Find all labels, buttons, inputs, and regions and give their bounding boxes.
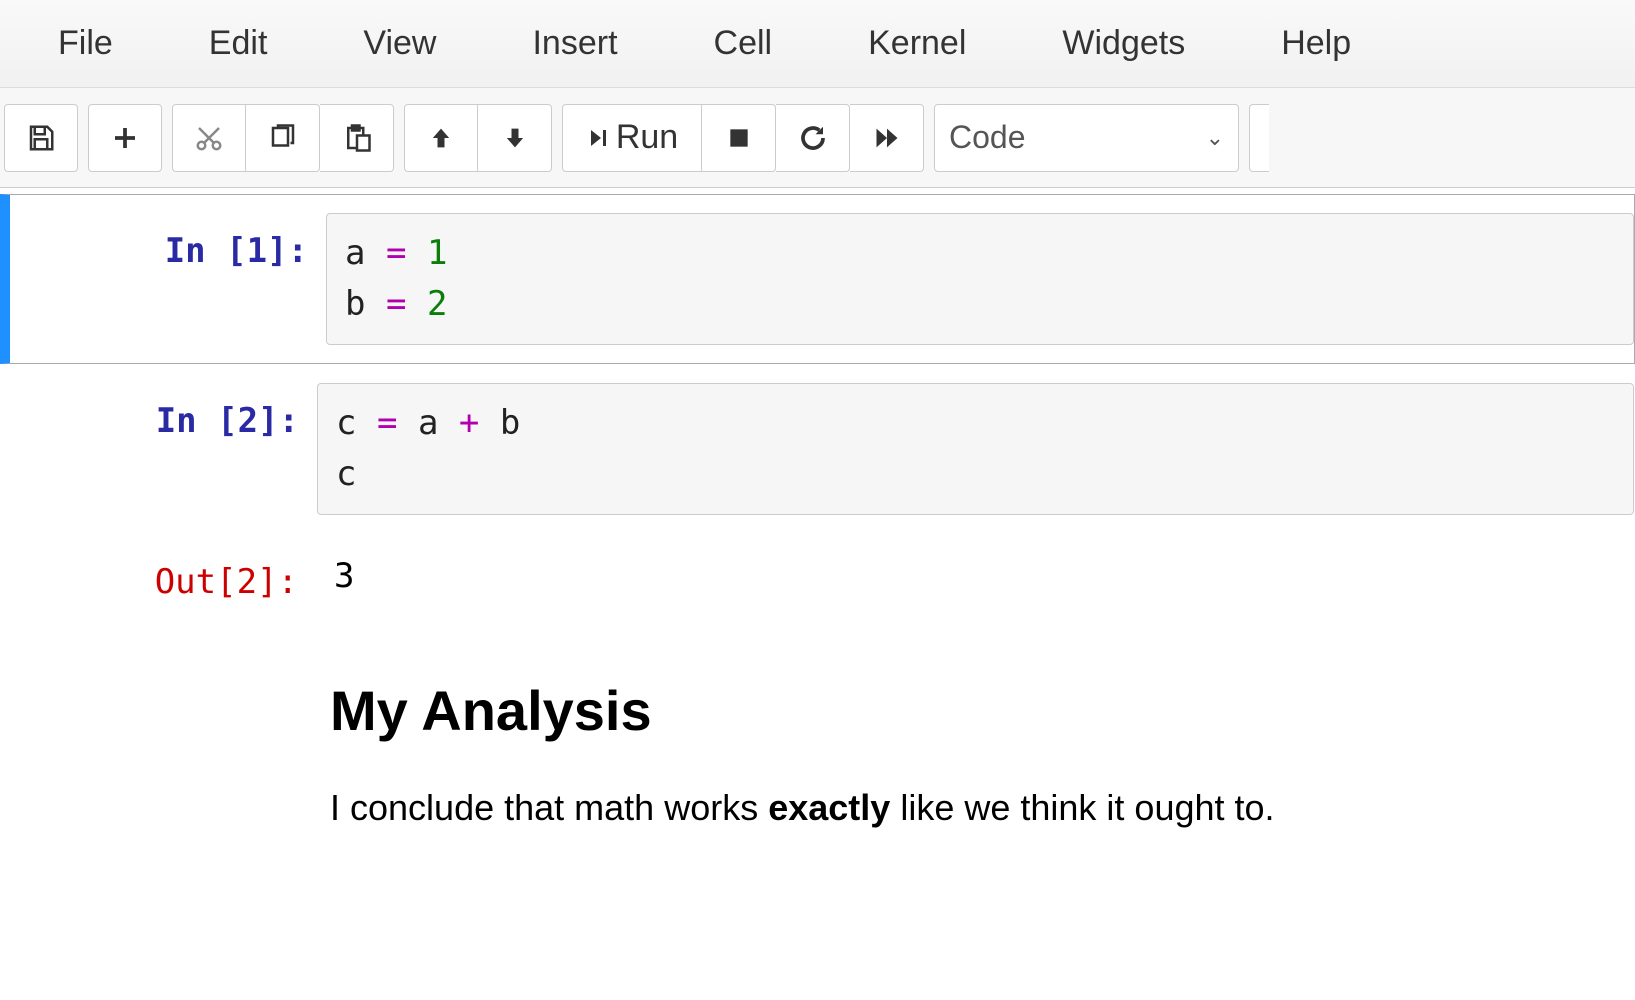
paste-button[interactable]: [320, 104, 394, 172]
move-down-button[interactable]: [478, 104, 552, 172]
menu-help[interactable]: Help: [1233, 24, 1399, 63]
restart-run-all-button[interactable]: [850, 104, 924, 172]
save-button[interactable]: [4, 104, 78, 172]
code-input-1[interactable]: a = 1 b = 2: [326, 213, 1634, 345]
menu-edit[interactable]: Edit: [161, 24, 316, 63]
move-up-button[interactable]: [404, 104, 478, 172]
arrow-down-icon: [501, 124, 529, 152]
output-text-2: 3: [316, 544, 1635, 608]
out-prompt-2: Out[2]:: [0, 544, 316, 608]
chevron-down-icon: ⌄: [1206, 125, 1224, 151]
markdown-cell-3[interactable]: My Analysis I conclude that math works e…: [0, 638, 1635, 833]
plus-icon: [110, 123, 140, 153]
command-palette-button[interactable]: [1249, 104, 1269, 172]
notebook-area: In [1]: a = 1 b = 2 In [2]: c = a + b c …: [0, 188, 1635, 833]
copy-button[interactable]: [246, 104, 320, 172]
cut-icon: [194, 123, 224, 153]
markdown-heading: My Analysis: [330, 678, 1635, 743]
save-icon: [26, 123, 56, 153]
in-prompt-1: In [1]:: [10, 213, 326, 345]
run-icon: [586, 126, 610, 150]
menu-view[interactable]: View: [315, 24, 484, 63]
cut-button[interactable]: [172, 104, 246, 172]
code-cell-2-output: Out[2]: 3: [0, 534, 1635, 638]
paste-icon: [342, 123, 372, 153]
run-button[interactable]: Run: [562, 104, 702, 172]
restart-icon: [798, 123, 828, 153]
add-cell-button[interactable]: [88, 104, 162, 172]
menu-kernel[interactable]: Kernel: [820, 24, 1014, 63]
arrow-up-icon: [427, 124, 455, 152]
interrupt-button[interactable]: [702, 104, 776, 172]
copy-icon: [268, 123, 298, 153]
toolbar: Run Code ⌄: [0, 88, 1635, 188]
code-cell-1[interactable]: In [1]: a = 1 b = 2: [0, 194, 1635, 364]
menu-file[interactable]: File: [10, 24, 161, 63]
code-input-2[interactable]: c = a + b c: [317, 383, 1634, 515]
cell-type-value: Code: [949, 119, 1026, 156]
menubar: File Edit View Insert Cell Kernel Widget…: [0, 0, 1635, 88]
in-prompt-2: In [2]:: [1, 383, 317, 515]
fast-forward-icon: [872, 124, 902, 152]
cell-type-select[interactable]: Code ⌄: [934, 104, 1239, 172]
markdown-paragraph: I conclude that math works exactly like …: [330, 783, 1635, 833]
menu-insert[interactable]: Insert: [484, 24, 665, 63]
menu-widgets[interactable]: Widgets: [1014, 24, 1233, 63]
stop-icon: [726, 125, 752, 151]
code-cell-2[interactable]: In [2]: c = a + b c: [0, 364, 1635, 534]
menu-cell[interactable]: Cell: [666, 24, 821, 63]
restart-button[interactable]: [776, 104, 850, 172]
run-button-label: Run: [616, 118, 678, 157]
